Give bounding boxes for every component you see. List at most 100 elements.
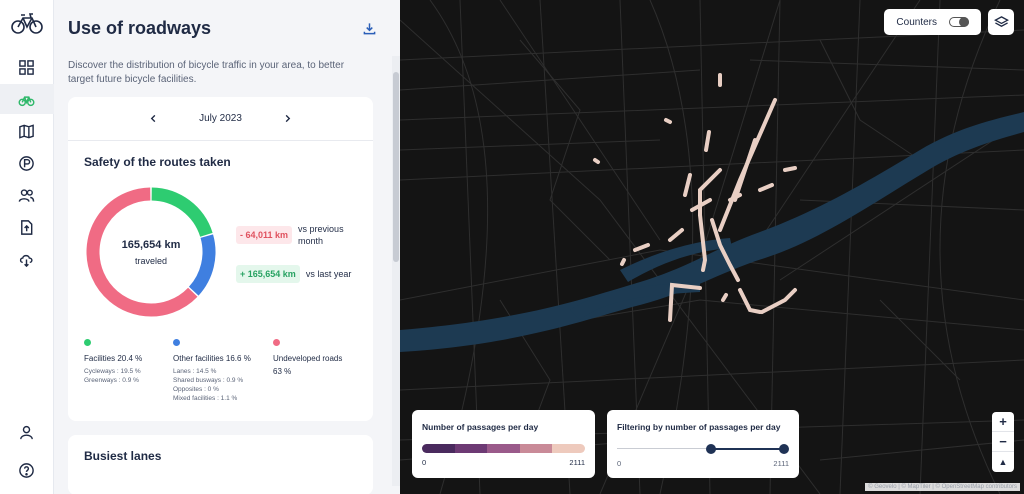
filter-legend: Filtering by number of passages per day …	[607, 410, 799, 478]
passages-legend: Number of passages per day 0 2111	[412, 410, 595, 478]
total-distance-unit: traveled	[134, 255, 168, 266]
vs-previous-month: - 64,011 km vs previous month	[236, 223, 358, 247]
ramp-step	[422, 444, 455, 453]
download-button[interactable]	[360, 20, 378, 38]
passages-legend-title: Number of passages per day	[422, 422, 539, 432]
chevron-right-icon	[286, 114, 291, 123]
icon-rail	[0, 0, 54, 494]
nav-roadways[interactable]	[0, 84, 54, 114]
safety-donut-chart: 165,654 km traveled	[84, 185, 218, 319]
file-upload-icon	[21, 219, 33, 235]
scrollbar-thumb[interactable]	[393, 72, 399, 262]
passages-range-slider[interactable]	[617, 444, 789, 454]
counters-toggle[interactable]: Counters	[884, 9, 981, 35]
legend-sub: Shared busways : 0.9 %	[173, 377, 244, 384]
nav-dashboard[interactable]	[0, 52, 54, 82]
month-label: July 2023	[199, 113, 242, 124]
vs-last-year-badge: + 165,654 km	[236, 265, 300, 283]
legend-sub: Mixed facilities : 1.1 %	[173, 395, 238, 402]
nav-account[interactable]	[0, 420, 54, 444]
download-icon	[363, 23, 375, 35]
filter-max: 2111	[773, 459, 789, 468]
roadways-panel: Use of roadways Discover the distributio…	[54, 0, 400, 494]
legend-dot-facilities	[84, 339, 91, 346]
map-top-controls: Counters	[884, 9, 1014, 35]
legend-label: Undeveloped roads	[273, 354, 343, 363]
total-distance: 165,654 km	[121, 238, 181, 251]
filter-min: 0	[617, 459, 622, 468]
vs-previous-badge: - 64,011 km	[236, 226, 293, 244]
legend-label: Other facilities 16.6 %	[173, 354, 251, 363]
safety-legend: Facilities 20.4 % Cycleways : 19.5 % Gre…	[84, 339, 374, 419]
ramp-step	[552, 444, 585, 453]
ramp-step	[519, 444, 553, 453]
cloud-download-icon	[19, 254, 33, 267]
map-attribution: © Geovelo | © MapTiler | © OpenStreetMap…	[865, 483, 1020, 491]
nav-upload[interactable]	[0, 212, 54, 242]
counters-switch[interactable]	[949, 16, 969, 27]
slider-min-handle[interactable]	[706, 444, 717, 454]
donut-center: 165,654 km traveled	[84, 185, 218, 319]
layers-icon	[993, 15, 1009, 27]
legend-sub: Opposites : 0 %	[173, 386, 219, 393]
safety-card: Safety of the routes taken 165,654 km tr…	[68, 141, 373, 421]
panel-scrollbar[interactable]	[392, 56, 400, 486]
busiest-title: Busiest lanes	[84, 449, 162, 463]
page-title: Use of roadways	[68, 18, 212, 38]
compass-button[interactable]: ▲	[992, 452, 1014, 472]
nav-users[interactable]	[0, 180, 54, 210]
nav-map[interactable]	[0, 116, 54, 146]
ramp-step	[454, 444, 488, 453]
map-view[interactable]: Counters Number of passages per day 0 21…	[400, 0, 1024, 494]
legend-label: Facilities 20.4 %	[84, 354, 143, 363]
filter-range: 0 2111	[617, 459, 789, 468]
slider-fill	[711, 447, 784, 450]
zoom-out-button[interactable]: −	[992, 432, 1014, 452]
user-icon	[20, 425, 33, 439]
legend-sub: Greenways : 0.9 %	[84, 377, 139, 384]
slider-max-handle[interactable]	[779, 444, 789, 454]
nav-help[interactable]	[0, 458, 54, 482]
rail-bottom	[0, 420, 54, 482]
ramp-step	[487, 444, 520, 453]
dashboard-grid-icon	[19, 59, 34, 75]
nav-download[interactable]	[0, 244, 54, 274]
vs-previous-label: vs previous month	[298, 224, 344, 246]
counters-label: Counters	[896, 16, 937, 28]
parking-icon	[19, 155, 34, 171]
app-root: Use of roadways Discover the distributio…	[0, 0, 1024, 494]
layers-button[interactable]	[988, 9, 1014, 35]
color-ramp	[422, 444, 585, 453]
previous-month-button[interactable]	[147, 113, 159, 125]
passages-max: 2111	[569, 458, 585, 467]
nav-parking[interactable]	[0, 148, 54, 178]
legend-undeveloped: Undeveloped roads 63 %	[273, 339, 342, 380]
zoom-controls: + − ▲	[992, 412, 1014, 472]
zoom-in-button[interactable]: +	[992, 412, 1014, 432]
next-month-button[interactable]	[282, 113, 294, 125]
legend-facilities: Facilities 20.4 % Cycleways : 19.5 % Gre…	[84, 339, 142, 385]
passages-range: 0 2111	[422, 458, 585, 467]
legend-other-facilities: Other facilities 16.6 % Lanes : 14.5 % S…	[173, 339, 251, 403]
vs-last-year: + 165,654 km vs last year	[236, 265, 351, 283]
users-icon	[18, 188, 35, 202]
bicycle-icon	[18, 95, 35, 106]
legend-sub: Lanes : 14.5 %	[173, 368, 217, 375]
busiest-lanes-card: Busiest lanes	[68, 435, 373, 494]
safety-title: Safety of the routes taken	[84, 155, 231, 169]
passages-min: 0	[422, 458, 427, 467]
legend-sub: Cycleways : 19.5 %	[84, 368, 141, 375]
vs-last-year-label: vs last year	[305, 269, 352, 279]
panel-header: Use of roadways	[68, 18, 386, 39]
main-nav	[0, 52, 54, 274]
help-icon	[19, 462, 34, 478]
chevron-left-icon	[150, 114, 155, 123]
map-icon	[19, 123, 34, 139]
filter-legend-title: Filtering by number of passages per day	[617, 422, 781, 432]
legend-dot-undeveloped	[273, 339, 280, 346]
month-selector: July 2023	[68, 97, 373, 141]
legend-dot-other	[173, 339, 180, 346]
bicycle-logo-icon[interactable]	[10, 10, 44, 36]
legend-value: 63 %	[273, 367, 292, 376]
panel-description: Discover the distribution of bicycle tra…	[68, 60, 345, 85]
